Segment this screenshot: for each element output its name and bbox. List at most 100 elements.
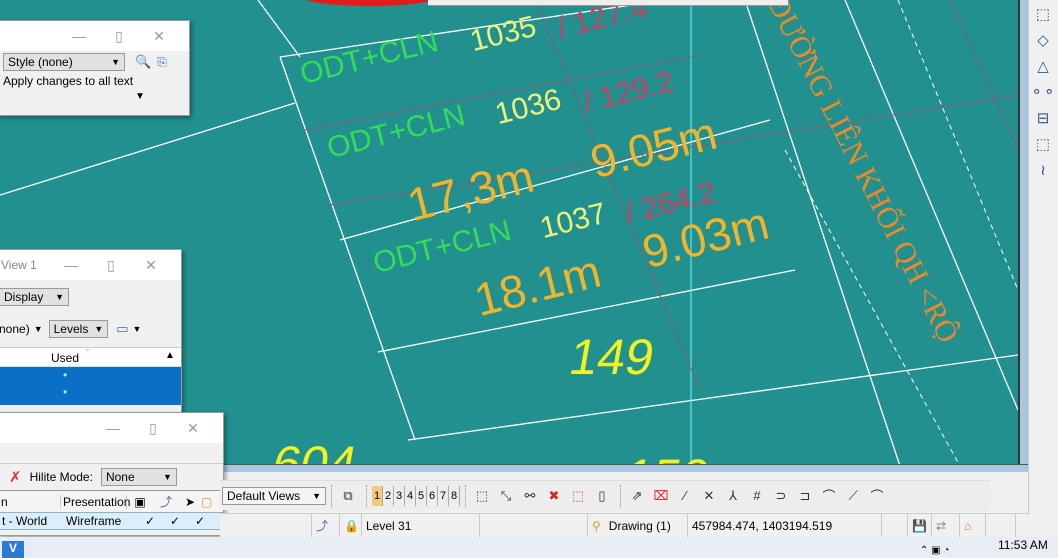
select-check[interactable]: ✓	[188, 514, 212, 528]
delete-part-icon[interactable]: ⌧	[650, 485, 672, 507]
view-1-button[interactable]: 1	[372, 485, 383, 506]
hilite-mode-select[interactable]: None ▼	[100, 468, 177, 486]
fillet-icon[interactable]: ⌒	[818, 485, 840, 507]
chamfer-icon[interactable]: ⟋	[842, 485, 864, 507]
apply-changes-label[interactable]: Apply changes to all text	[3, 74, 185, 88]
move-icon[interactable]: ⬚	[1029, 2, 1057, 26]
fence-element-icon[interactable]: ⚯	[519, 485, 541, 507]
select-icon[interactable]: ➤	[179, 495, 201, 509]
lock-icon[interactable]: ▢	[201, 495, 213, 509]
status-bar: ⤴ 🔒 Level 31 ⚲ Drawing (1) 457984.474, 14…	[220, 513, 1028, 537]
row-presentation: Wireframe	[66, 514, 122, 528]
views-select[interactable]: Default Views ▼	[222, 486, 326, 505]
maximize-button[interactable]: ▯	[133, 420, 173, 437]
mirror-icon[interactable]: △	[1029, 54, 1057, 78]
clock[interactable]: 11:53 AM	[998, 538, 1048, 552]
snap-check[interactable]: ✓	[162, 514, 188, 528]
snap-mode-icon[interactable]: ⤴	[312, 514, 340, 537]
trim-line-icon[interactable]: ∕	[674, 485, 696, 507]
match-icon[interactable]: ⎘	[157, 55, 167, 70]
scroll-up-icon[interactable]: ▲	[165, 350, 175, 361]
expand-icon[interactable]: ▼	[135, 91, 145, 102]
view-2-button[interactable]: 2	[383, 485, 394, 506]
top-toolbar-edge	[428, 0, 788, 6]
view-3-button[interactable]: 3	[394, 485, 405, 506]
search-icon[interactable]: 🔍	[135, 54, 151, 70]
viewport-frame-right	[1018, 0, 1028, 470]
minimize-button[interactable]: —	[93, 420, 133, 436]
lock-icon[interactable]: 🔒	[340, 514, 362, 537]
scale-icon[interactable]: ◇	[1029, 28, 1057, 52]
chevron-down-icon: ▼	[94, 324, 104, 334]
column-header-used[interactable]: Used	[51, 351, 79, 365]
extend-from-icon[interactable]: ⊐	[794, 485, 816, 507]
chevron-down-icon[interactable]: ▼	[133, 324, 142, 334]
fence-delete-icon[interactable]: ✖	[543, 485, 565, 507]
table-row[interactable]: t - World Wireframe ✓ ✓ ✓	[0, 512, 223, 530]
display-icon[interactable]: ▣	[127, 495, 153, 509]
home-icon[interactable]: ⌂	[960, 514, 986, 537]
minimize-button[interactable]: —	[51, 257, 91, 273]
chevron-down-icon: ▼	[312, 490, 321, 501]
tray-icons[interactable]: ⌃ ▣ ◔	[920, 545, 949, 556]
extend-to-icon[interactable]: ⊃	[770, 485, 792, 507]
parcel-line	[0, 102, 296, 196]
panel-titlebar: — ▯ ✕	[0, 21, 189, 51]
view-8-button[interactable]: 8	[449, 485, 460, 506]
chevron-down-icon[interactable]: ▼	[34, 324, 43, 334]
separator	[366, 484, 367, 507]
display-check[interactable]: ✓	[138, 514, 162, 528]
extend-icon[interactable]: ⇗	[626, 485, 648, 507]
filter-select[interactable]: none)	[0, 322, 30, 336]
used-indicator: •	[63, 368, 68, 382]
level-manager-icon[interactable]: ▭	[116, 321, 128, 337]
align-icon[interactable]: ⊟	[1029, 106, 1057, 130]
table-row[interactable]: •	[0, 367, 181, 386]
view-groups-icon[interactable]: ⧉	[337, 485, 359, 507]
row-name: t - World	[2, 514, 48, 528]
array-icon[interactable]: ⚬⚬	[1029, 80, 1057, 104]
table-row[interactable]: •	[0, 385, 181, 405]
view-toolbar: Default Views ▼ ⧉ 1 2 3 4 5 6 7 8 ⬚ ⤡ ⚯ ✖…	[220, 480, 990, 510]
snap-icon[interactable]: ⤴	[153, 493, 179, 510]
coordinate-readout: 457984.474, 1403194.519	[688, 514, 882, 537]
separator	[620, 484, 621, 507]
view-4-button[interactable]: 4	[405, 485, 416, 506]
clear-hilite-icon[interactable]: ✗	[9, 468, 22, 486]
column-header-presentation[interactable]: Presentation	[61, 494, 130, 509]
fence-move-icon[interactable]: ⤡	[495, 485, 517, 507]
levels-select[interactable]: Levels ▼	[48, 320, 109, 338]
maximize-button[interactable]: ▯	[91, 257, 131, 274]
used-indicator: •	[63, 385, 68, 399]
status-blank	[986, 514, 1016, 537]
multi-trim-icon[interactable]: #	[746, 485, 768, 507]
view-5-button[interactable]: 5	[416, 485, 427, 506]
chevron-down-icon: ▼	[55, 292, 64, 302]
sync-icon[interactable]: ⇄	[932, 514, 960, 537]
display-select[interactable]: Display ▼	[0, 288, 69, 306]
close-button[interactable]: ✕	[173, 420, 213, 437]
corner-icon[interactable]: ⅄	[722, 485, 744, 507]
column-header-name[interactable]: n	[0, 494, 61, 509]
style-select[interactable]: Style (none) ▼	[3, 53, 125, 71]
view-7-button[interactable]: 7	[438, 485, 449, 506]
spline-icon[interactable]: ≀	[1029, 158, 1057, 182]
save-icon[interactable]: 💾	[908, 514, 932, 537]
maximize-button[interactable]: ▯	[99, 28, 139, 45]
parcel-line	[257, 0, 301, 58]
close-button[interactable]: ✕	[139, 28, 179, 45]
stretch-icon[interactable]: ⬚	[1029, 132, 1057, 156]
construct-icon[interactable]: ⌒	[866, 485, 888, 507]
active-level[interactable]: Level 31	[362, 514, 480, 537]
view-6-button[interactable]: 6	[427, 485, 438, 506]
active-model[interactable]: ⚲ Drawing (1)	[588, 514, 688, 537]
minimize-button[interactable]: —	[59, 28, 99, 44]
level-display-panel: View 1 — ▯ ✕ Display ▼ none) ▼ Levels ▼ ▭ …	[0, 249, 182, 419]
fence-modify-icon[interactable]: ⬚	[567, 485, 589, 507]
intersect-icon[interactable]: ✕	[698, 485, 720, 507]
app-taskbar-icon[interactable]: V	[2, 541, 24, 558]
close-button[interactable]: ✕	[131, 257, 171, 274]
style-select-value: Style (none)	[8, 55, 73, 69]
fence-file-icon[interactable]: ▯	[591, 485, 613, 507]
fence-block-icon[interactable]: ⬚	[471, 485, 493, 507]
